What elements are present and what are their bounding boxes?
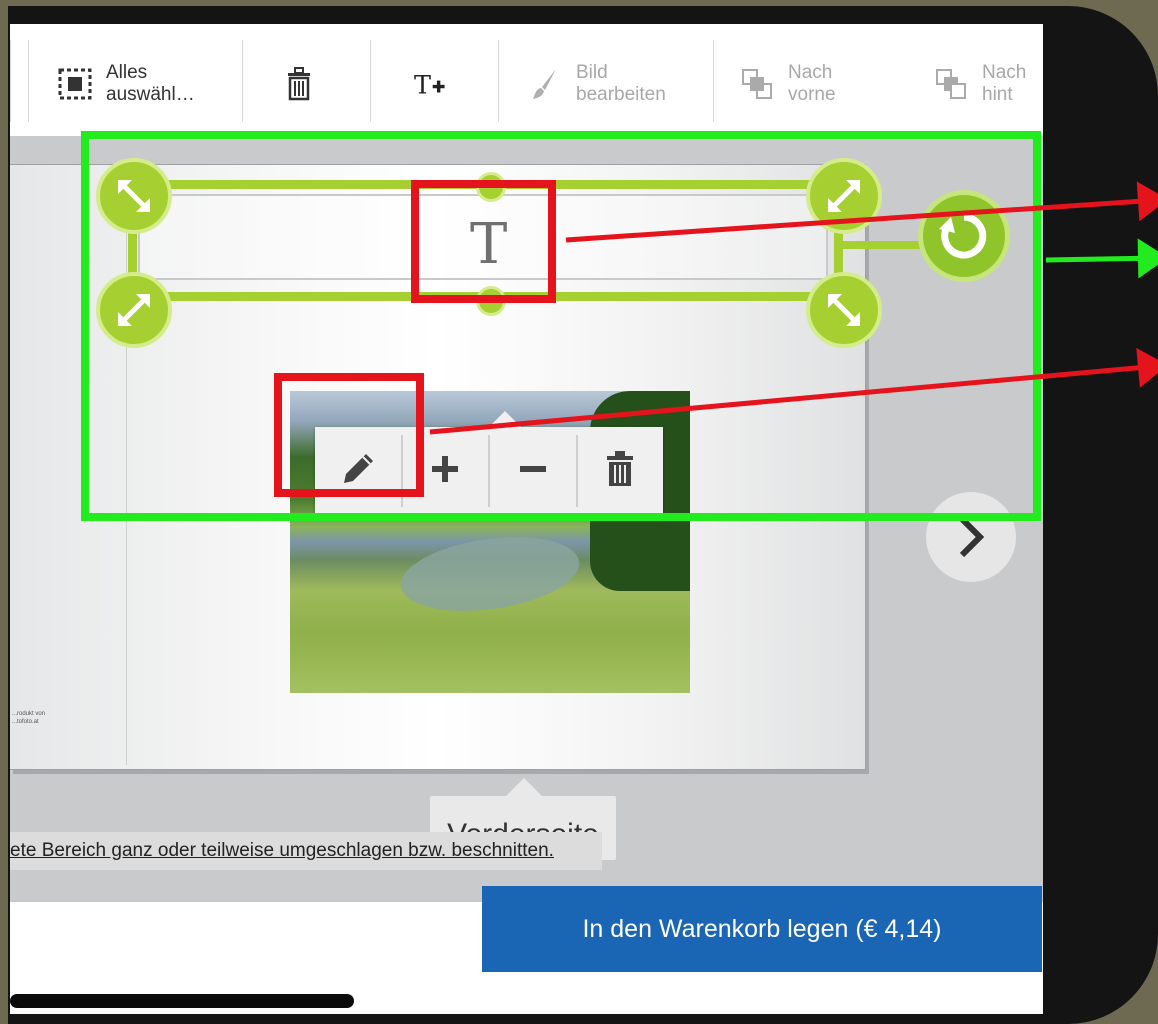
arrow-green-to-selection bbox=[1045, 238, 1158, 279]
annotation-arrows bbox=[429, 181, 1158, 435]
arrow-red-to-text bbox=[565, 181, 1158, 243]
arrow-red-to-pencil bbox=[429, 347, 1158, 435]
